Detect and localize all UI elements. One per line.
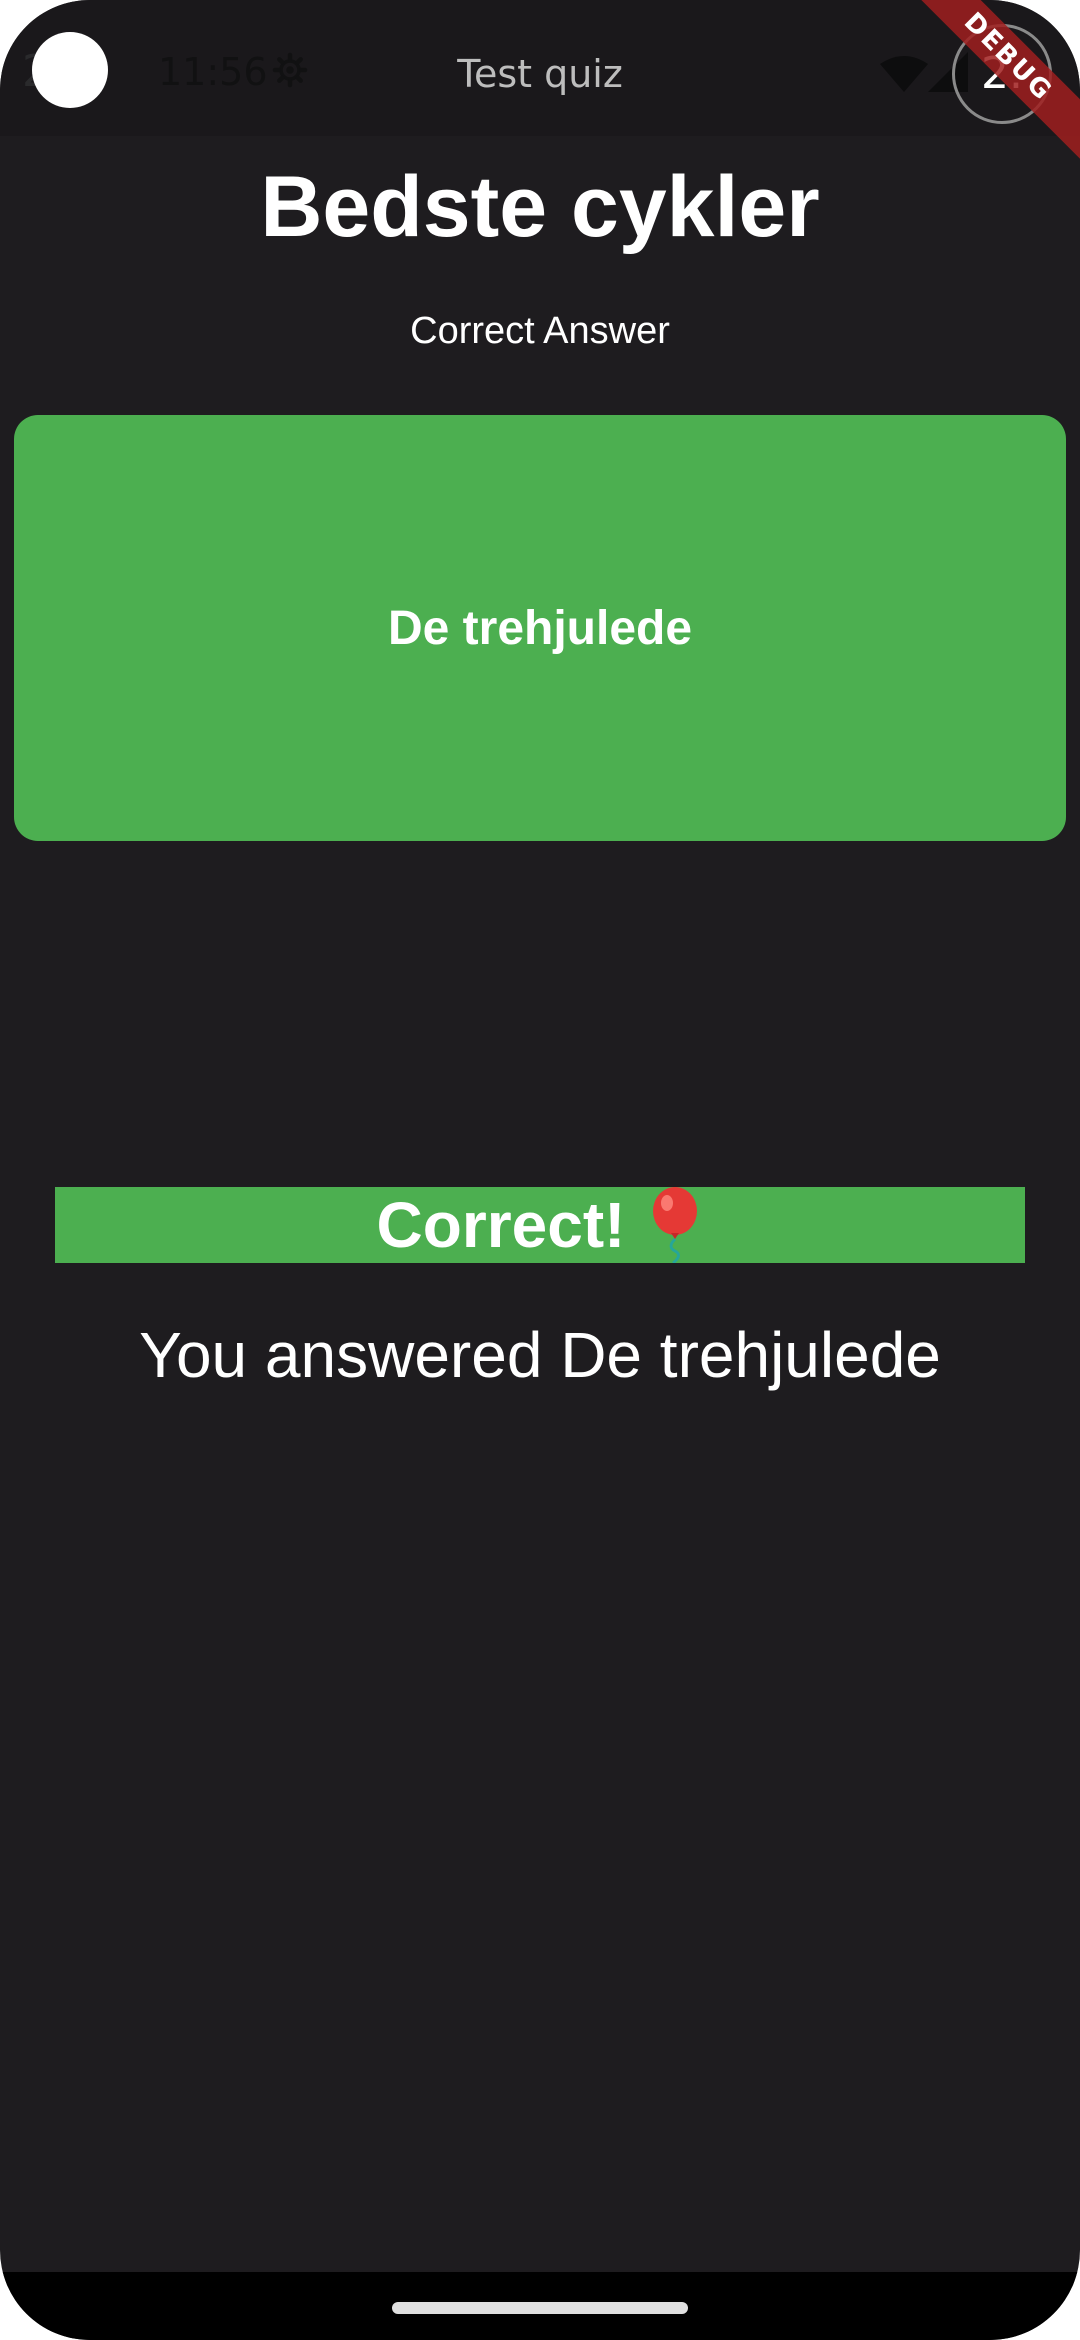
status-bar: 2 11:56 Test quiz 2. xyxy=(0,0,1080,136)
answer-card-label: De trehjulede xyxy=(387,601,693,655)
answered-text: You answered De trehjulede xyxy=(139,1319,941,1391)
wifi-icon xyxy=(880,56,928,92)
correct-answer-heading: Correct Answer xyxy=(410,310,670,352)
result-banner: Correct! xyxy=(55,1187,1025,1263)
answer-card[interactable]: De trehjulede xyxy=(14,415,1066,841)
home-indicator[interactable] xyxy=(392,2302,688,2314)
phone-screen: 2 11:56 Test quiz 2. DEBUG Bed xyxy=(0,0,1080,2340)
page-title: Bedste cykler xyxy=(260,159,820,255)
balloon-icon xyxy=(653,1187,698,1263)
result-text: Correct! xyxy=(376,1189,626,1261)
